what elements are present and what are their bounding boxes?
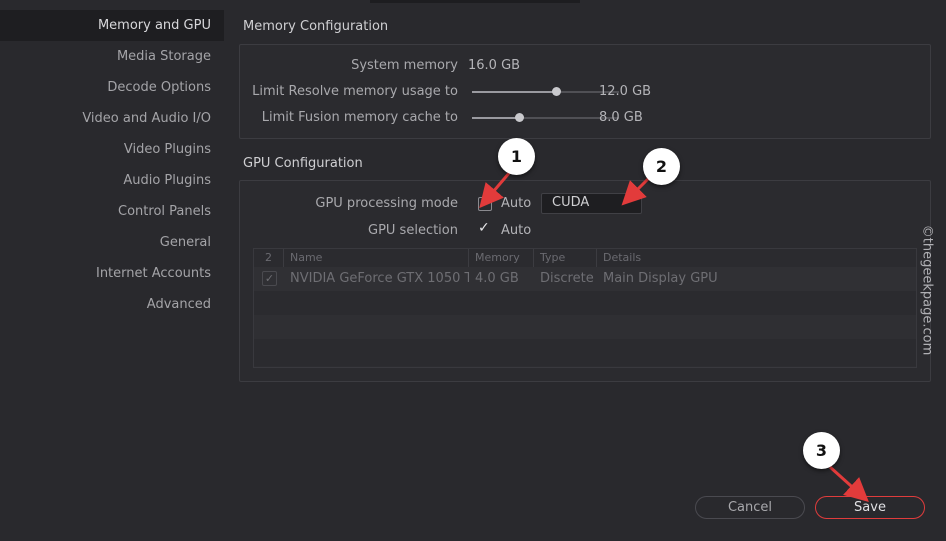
sidebar-item-memory-and-gpu[interactable]: Memory and GPU bbox=[0, 10, 224, 41]
gpu-table-header: 2 Name Memory Type Details bbox=[254, 249, 916, 268]
resolve-memory-slider-handle[interactable] bbox=[552, 87, 561, 96]
sidebar-item-media-storage[interactable]: Media Storage bbox=[0, 41, 224, 72]
table-row-empty bbox=[254, 291, 916, 315]
fusion-cache-label: Limit Fusion memory cache to bbox=[261, 110, 458, 125]
check-icon: ✓ bbox=[262, 271, 277, 286]
gpu-table-header-type: Type bbox=[534, 249, 597, 267]
callout-3-badge: 3 bbox=[803, 432, 840, 469]
gpu-row-checkbox[interactable]: ✓ bbox=[254, 267, 284, 291]
cancel-button[interactable]: Cancel bbox=[695, 496, 805, 519]
save-button[interactable]: Save bbox=[815, 496, 925, 519]
gpu-mode-dropdown-value: CUDA bbox=[552, 195, 590, 210]
fusion-cache-value: 8.0 GB bbox=[599, 110, 643, 125]
settings-sidebar: Memory and GPU Media Storage Decode Opti… bbox=[0, 10, 224, 320]
gpu-row-memory: 4.0 GB bbox=[475, 271, 519, 286]
gpu-selection-label: GPU selection bbox=[368, 223, 458, 238]
callout-2-badge: 2 bbox=[643, 148, 680, 185]
gpu-processing-mode-label: GPU processing mode bbox=[315, 196, 458, 211]
memory-config-title: Memory Configuration bbox=[243, 19, 389, 34]
gpu-row-type: Discrete bbox=[540, 271, 594, 286]
gpu-table-header-name: Name bbox=[284, 249, 469, 267]
gpu-table-header-index: 2 bbox=[254, 249, 284, 267]
fusion-cache-slider-fill bbox=[472, 117, 519, 119]
sidebar-item-audio-plugins[interactable]: Audio Plugins bbox=[0, 165, 224, 196]
gpu-selection-auto-checkbox[interactable]: ✓ bbox=[478, 220, 490, 236]
watermark: ©thegeekpage.com bbox=[919, 224, 935, 356]
gpu-config-group: GPU processing mode Auto CUDA ⌄ GPU sele… bbox=[239, 180, 931, 382]
gpu-row-name: NVIDIA GeForce GTX 1050 Ti bbox=[290, 271, 469, 286]
table-row-empty bbox=[254, 339, 916, 366]
gpu-table-header-details: Details bbox=[603, 251, 642, 264]
resolve-memory-label: Limit Resolve memory usage to bbox=[252, 84, 458, 99]
callout-1-badge: 1 bbox=[498, 138, 535, 175]
top-tab-strip bbox=[370, 0, 580, 3]
resolve-memory-slider[interactable] bbox=[472, 87, 619, 96]
gpu-table-header-memory: Memory bbox=[469, 249, 534, 267]
sidebar-item-control-panels[interactable]: Control Panels bbox=[0, 196, 224, 227]
fusion-cache-slider[interactable] bbox=[472, 113, 619, 122]
gpu-table: 2 Name Memory Type Details ✓ NVIDIA GeFo… bbox=[253, 248, 917, 368]
sidebar-item-general[interactable]: General bbox=[0, 227, 224, 258]
gpu-row-details: Main Display GPU bbox=[603, 271, 718, 286]
system-memory-value: 16.0 GB bbox=[468, 58, 521, 73]
sidebar-item-video-plugins[interactable]: Video Plugins bbox=[0, 134, 224, 165]
callout-3-arrow bbox=[828, 465, 869, 503]
resolve-memory-slider-fill bbox=[472, 91, 556, 93]
sidebar-item-video-audio-io[interactable]: Video and Audio I/O bbox=[0, 103, 224, 134]
memory-config-group: System memory 16.0 GB Limit Resolve memo… bbox=[239, 44, 931, 139]
resolve-memory-value: 12.0 GB bbox=[599, 84, 652, 99]
check-icon: ✓ bbox=[478, 220, 490, 236]
sidebar-item-internet-accounts[interactable]: Internet Accounts bbox=[0, 258, 224, 289]
system-memory-label: System memory bbox=[351, 58, 458, 73]
gpu-selection-auto-label: Auto bbox=[501, 223, 532, 238]
fusion-cache-slider-handle[interactable] bbox=[515, 113, 524, 122]
gpu-mode-auto-checkbox[interactable] bbox=[478, 197, 492, 211]
gpu-mode-auto-label: Auto bbox=[501, 196, 532, 211]
table-row-empty bbox=[254, 315, 916, 339]
sidebar-item-decode-options[interactable]: Decode Options bbox=[0, 72, 224, 103]
gpu-mode-dropdown[interactable]: CUDA ⌄ bbox=[541, 193, 642, 214]
gpu-config-title: GPU Configuration bbox=[243, 156, 363, 171]
chevron-down-icon: ⌄ bbox=[621, 193, 631, 206]
table-row[interactable]: ✓ NVIDIA GeForce GTX 1050 Ti 4.0 GB Disc… bbox=[254, 267, 916, 291]
sidebar-item-advanced[interactable]: Advanced bbox=[0, 289, 224, 320]
